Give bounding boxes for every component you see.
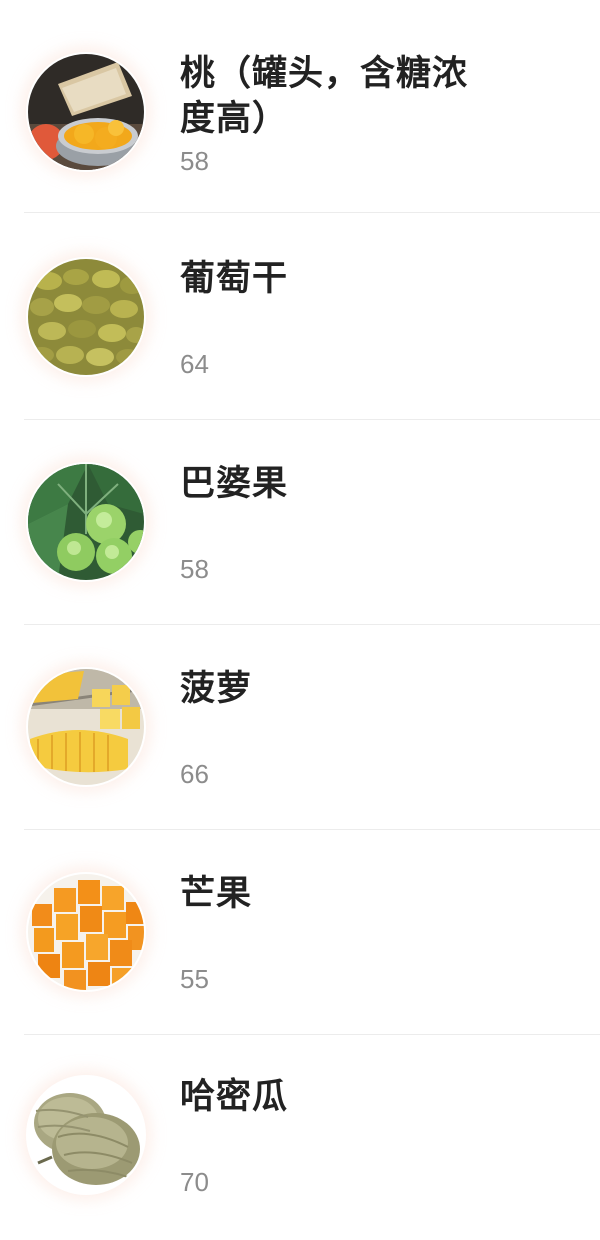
- gi-value: 55: [180, 964, 209, 994]
- fruit-name: 桃（罐头，含糖浓度高）: [180, 54, 469, 139]
- gi-value: 70: [180, 1167, 209, 1197]
- fruit-thumbnail: [26, 667, 146, 787]
- gi-value: 66: [180, 759, 209, 789]
- fruit-name: 菠萝: [180, 669, 253, 709]
- fruit-thumbnail: [26, 1075, 146, 1195]
- fruit-name: 巴婆果: [180, 464, 289, 504]
- mango-image: [28, 874, 144, 990]
- hami-melon-image: [28, 1077, 144, 1193]
- list-item[interactable]: 桃（罐头，含糖浓度高） 58: [0, 8, 600, 213]
- fruit-name: 芒果: [180, 874, 253, 914]
- gi-value: 58: [180, 554, 209, 584]
- list-item[interactable]: 葡萄干 64: [0, 215, 600, 420]
- fruit-thumbnail: [26, 872, 146, 992]
- list-item[interactable]: 芒果 55: [0, 830, 600, 1035]
- canned-peach-image: [28, 54, 144, 170]
- raisins-image: [28, 259, 144, 375]
- pawpaw-image: [28, 464, 144, 580]
- fruit-thumbnail: [26, 462, 146, 582]
- gi-value: 58: [180, 146, 209, 176]
- fruit-thumbnail: [26, 52, 146, 172]
- fruit-thumbnail: [26, 257, 146, 377]
- fruit-name: 哈密瓜: [180, 1077, 289, 1117]
- pineapple-image: [28, 669, 144, 785]
- fruit-name: 葡萄干: [180, 259, 289, 299]
- divider: [24, 212, 600, 213]
- list-item[interactable]: 菠萝 66: [0, 625, 600, 830]
- list-item[interactable]: 巴婆果 58: [0, 420, 600, 625]
- gi-value: 64: [180, 349, 209, 379]
- list-item[interactable]: 哈密瓜 70: [0, 1035, 600, 1240]
